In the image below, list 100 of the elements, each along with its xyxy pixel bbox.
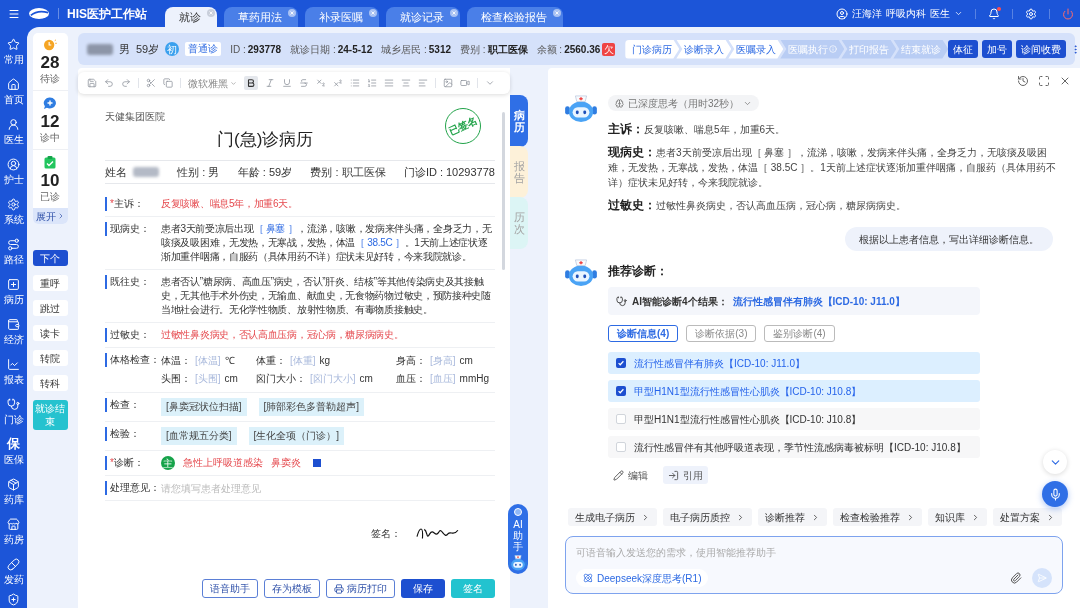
- scissors-icon[interactable]: [146, 78, 156, 88]
- nav-item[interactable]: 病历: [0, 271, 27, 311]
- quick-action-chip[interactable]: 处置方案: [993, 508, 1062, 526]
- workflow-step[interactable]: 门诊病历: [625, 39, 680, 59]
- scrollbar[interactable]: [502, 112, 505, 270]
- bell-icon[interactable]: [988, 7, 1000, 20]
- power-icon[interactable]: [1062, 7, 1074, 20]
- nav-item[interactable]: 系统: [0, 191, 27, 231]
- message-action-button[interactable]: 编辑: [608, 466, 653, 484]
- queue-action-button[interactable]: 跳过: [32, 300, 68, 316]
- header-button[interactable]: 加号: [982, 40, 1013, 58]
- video-icon[interactable]: [460, 78, 470, 88]
- header-button[interactable]: 体征: [948, 40, 979, 58]
- superscript-icon[interactable]: [333, 78, 343, 88]
- close-icon[interactable]: [553, 9, 561, 17]
- message-action-button[interactable]: 引用: [663, 466, 708, 484]
- send-icon[interactable]: [1032, 568, 1052, 588]
- document-action-button[interactable]: 语音助手: [202, 579, 258, 598]
- thinking-toggle[interactable]: 已深度思考（用时32秒）: [608, 95, 760, 111]
- side-tab[interactable]: 病历: [510, 95, 528, 147]
- diagnosis-option[interactable]: 流行性感冒伴有肺炎【ICD-10: J11.0】: [608, 352, 980, 374]
- close-icon[interactable]: [450, 9, 458, 17]
- diagnosis-option[interactable]: 甲型H1N1型流行性感冒性心肌炎【ICD-10: J10.8】: [608, 408, 980, 430]
- order-tag[interactable]: [肺部彩色多普勒超声]: [258, 398, 365, 416]
- checkbox[interactable]: [616, 358, 626, 368]
- result-tab[interactable]: 诊断信息(4): [608, 325, 679, 342]
- quick-action-chip[interactable]: 检查检验推荐: [833, 508, 922, 526]
- nav-item[interactable]: 路径: [0, 231, 27, 271]
- nav-item[interactable]: 药房: [0, 511, 27, 551]
- settings-icon[interactable]: [1025, 7, 1037, 20]
- diagnosis-option[interactable]: 甲型H1N1型流行性感冒性心肌炎【ICD-10: J10.8】: [608, 380, 980, 402]
- result-tab[interactable]: 诊断依据(3): [686, 325, 757, 342]
- document-action-button[interactable]: 存为模板: [264, 579, 320, 598]
- nav-item[interactable]: 经济: [0, 311, 27, 351]
- expand-button[interactable]: 展开: [32, 208, 68, 224]
- attachment-icon[interactable]: [1010, 572, 1022, 584]
- document-action-button[interactable]: 病历打印: [326, 579, 395, 598]
- quick-action-chip[interactable]: 生成电子病历: [568, 508, 657, 526]
- chat-input-box[interactable]: 可语音输入发送您的需求，使用智能推荐助手 Deepseek深度思考(R1): [565, 536, 1063, 594]
- strikethrough-icon[interactable]: [299, 78, 309, 88]
- nav-item[interactable]: 常用: [0, 31, 27, 71]
- tab[interactable]: 就诊记录: [386, 7, 460, 27]
- nav-item[interactable]: 首页: [0, 71, 27, 111]
- close-icon[interactable]: [1059, 75, 1071, 87]
- tab[interactable]: 检查检验报告: [467, 7, 563, 27]
- user-menu-button[interactable]: 汪海洋 呼吸内科 医生: [836, 6, 963, 21]
- model-chip[interactable]: Deepseek深度思考(R1): [576, 569, 709, 587]
- message-input-field[interactable]: 可语音输入发送您的需求，使用智能推荐助手: [576, 544, 1052, 560]
- nav-item[interactable]: 门诊: [0, 391, 27, 431]
- quick-action-chip[interactable]: 电子病历质控: [663, 508, 752, 526]
- checkbox[interactable]: [616, 386, 626, 396]
- menu-icon[interactable]: [8, 7, 20, 20]
- redo-icon[interactable]: [121, 78, 131, 88]
- diagnosis-option[interactable]: 流行性感冒伴有其他呼吸道表现，季节性流感病毒被标明【ICD-10: J10.8】: [608, 436, 980, 458]
- history-icon[interactable]: [1017, 75, 1029, 87]
- queue-action-button[interactable]: 重呼: [32, 275, 68, 291]
- tab[interactable]: 草药用法: [224, 7, 298, 27]
- copy-icon[interactable]: [163, 78, 173, 88]
- nav-item[interactable]: 保 医保: [0, 431, 27, 471]
- document-action-button[interactable]: 保存: [401, 579, 445, 598]
- ai-assistant-button[interactable]: AI助手: [508, 504, 528, 574]
- checkbox[interactable]: [616, 414, 626, 424]
- workflow-step[interactable]: 诊断录入: [676, 39, 732, 59]
- underline-icon[interactable]: [282, 78, 292, 88]
- nav-item[interactable]: 药库: [0, 471, 27, 511]
- image-icon[interactable]: [443, 78, 453, 88]
- chevron-down-icon[interactable]: [485, 78, 495, 88]
- nav-item[interactable]: 护士: [0, 151, 27, 191]
- queue-action-button[interactable]: 读卡: [32, 325, 68, 341]
- fullscreen-icon[interactable]: [1038, 75, 1050, 87]
- tab[interactable]: 补录医嘱: [305, 7, 379, 27]
- quick-action-chip[interactable]: 诊断推荐: [758, 508, 827, 526]
- close-icon[interactable]: [288, 9, 296, 17]
- quick-action-chip[interactable]: 知识库: [928, 508, 987, 526]
- microphone-icon[interactable]: [1042, 481, 1068, 507]
- chevron-down-icon[interactable]: [1043, 450, 1067, 474]
- queue-action-button[interactable]: 下个: [32, 250, 68, 266]
- order-tag[interactable]: [鼻窦冠状位扫描]: [161, 398, 247, 416]
- align-center-icon[interactable]: [401, 78, 411, 88]
- close-icon[interactable]: [369, 9, 377, 17]
- align-left-icon[interactable]: [418, 78, 428, 88]
- italic-icon[interactable]: [265, 78, 275, 88]
- nav-item[interactable]: 医生: [0, 111, 27, 151]
- font-select[interactable]: 微软雅黑: [188, 75, 237, 91]
- undo-icon[interactable]: [104, 78, 114, 88]
- queue-action-button[interactable]: 转院: [32, 350, 68, 366]
- justify-icon[interactable]: [384, 78, 394, 88]
- shield-plus-icon[interactable]: [7, 593, 20, 606]
- top-diagnosis-link[interactable]: 流行性感冒伴有肺炎【ICD-10: J11.0】: [732, 293, 905, 309]
- nav-item[interactable]: 发药: [0, 551, 27, 591]
- numbered-list-icon[interactable]: [367, 78, 377, 88]
- result-tab[interactable]: 鉴别诊断(4): [764, 325, 835, 342]
- checkbox[interactable]: [616, 442, 626, 452]
- order-tag[interactable]: [生化全项（门诊）]: [248, 427, 345, 445]
- order-tag[interactable]: [血常规五分类]: [161, 427, 237, 445]
- tab[interactable]: 就诊: [165, 7, 217, 27]
- nav-item[interactable]: 报表: [0, 351, 27, 391]
- bullet-list-icon[interactable]: [350, 78, 360, 88]
- bold-icon[interactable]: [244, 76, 258, 90]
- queue-action-button[interactable]: 转科: [32, 375, 68, 391]
